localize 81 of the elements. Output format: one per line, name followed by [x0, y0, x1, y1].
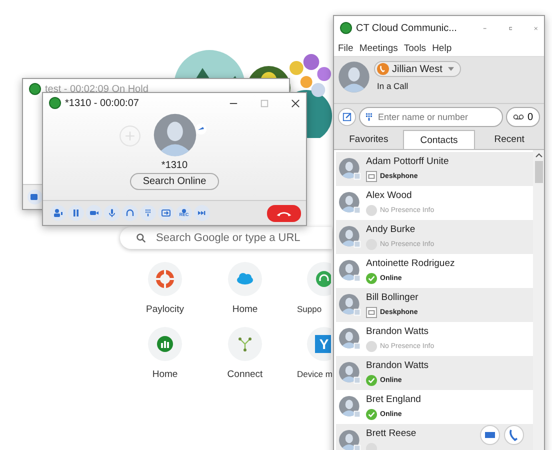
contact-name: Bill Bollinger — [366, 292, 418, 303]
search-online-button[interactable]: Search Online — [130, 173, 220, 190]
chat-icon[interactable] — [480, 425, 500, 445]
no-presence-icon — [366, 340, 377, 352]
caret-icon — [448, 67, 454, 71]
headset-icon[interactable] — [122, 205, 138, 221]
transfer-icon[interactable] — [158, 205, 174, 221]
contact-name: Adam Pottorff Unite — [366, 156, 449, 167]
menu-item[interactable]: Tools — [404, 42, 426, 54]
shortcut-label[interactable]: Connect — [227, 369, 263, 380]
contact-name: Antoinette Rodriguez — [366, 258, 455, 269]
close-icon[interactable] — [291, 98, 300, 108]
shortcut-logo-icon[interactable]: Y — [307, 327, 331, 361]
search-icon — [136, 233, 146, 243]
camera-icon[interactable] — [50, 205, 66, 221]
app-logo-icon — [49, 97, 61, 109]
shortcut-label[interactable]: Suppo — [297, 304, 322, 314]
window-title: *1310 - 00:00:07 — [65, 98, 139, 108]
keypad-icon — [366, 113, 372, 121]
contact-card-icon[interactable] — [27, 189, 43, 205]
window-title: test - 00:02:09 On Hold — [45, 84, 148, 94]
deskphone-icon — [366, 170, 377, 182]
mic-icon[interactable] — [104, 205, 120, 221]
shortcut-label[interactable]: Paylocity — [146, 304, 184, 315]
contact-avatar — [339, 192, 361, 214]
contact-avatar — [339, 362, 361, 384]
phone-icon[interactable] — [504, 425, 524, 445]
caller-avatar — [152, 113, 196, 157]
shortcut-label[interactable]: Home — [152, 369, 178, 380]
shortcut-chart-icon[interactable] — [148, 327, 182, 361]
user-status-dropdown[interactable]: Jillian West — [374, 61, 462, 77]
shortcut-nodes-icon[interactable] — [228, 327, 262, 361]
search-field[interactable]: Search Google or type a URL — [120, 227, 332, 249]
online-check-icon — [366, 272, 377, 284]
user-status-text: In a Call — [376, 81, 410, 91]
shortcut-cloud-icon[interactable] — [228, 262, 262, 296]
scroll-up-icon[interactable] — [534, 153, 542, 158]
compose-icon[interactable] — [338, 108, 356, 126]
menu-item[interactable]: File — [338, 42, 354, 54]
contact-avatar — [339, 396, 361, 418]
online-check-icon — [366, 374, 377, 386]
tab[interactable]: Recent — [474, 130, 544, 149]
video-icon[interactable] — [86, 205, 102, 221]
contact-avatar — [339, 294, 361, 316]
hang-up-button[interactable] — [267, 204, 301, 222]
app-logo-icon — [29, 83, 41, 95]
contact-avatar — [339, 226, 361, 248]
contact-avatar — [339, 158, 361, 180]
caller-number: *1310 — [161, 160, 188, 171]
no-presence-icon — [366, 204, 377, 216]
phone-status-icon — [377, 63, 389, 75]
contact-name: Alex Wood — [366, 190, 413, 201]
contact-avatar — [339, 430, 361, 450]
pause-icon[interactable] — [68, 205, 84, 221]
contact-name: Brandon Watts — [366, 326, 430, 337]
deskphone-icon — [366, 306, 377, 318]
scroll-thumb[interactable] — [534, 161, 542, 183]
voicemail-icon — [513, 114, 524, 120]
scrollbar[interactable] — [533, 150, 544, 450]
contact-avatar — [339, 328, 361, 350]
window-title: CT Cloud Communic... — [356, 22, 457, 34]
shortcut-headset-icon[interactable] — [307, 262, 331, 296]
user-avatar — [338, 61, 370, 93]
shortcut-label[interactable]: Home — [232, 304, 258, 315]
keypad-icon[interactable] — [140, 205, 156, 221]
shortcut-ring-icon[interactable] — [148, 262, 182, 296]
tab[interactable]: Favorites — [334, 130, 404, 149]
contact-name: Brett Reese — [366, 428, 416, 439]
contact-avatar — [339, 260, 361, 282]
online-check-icon — [366, 408, 377, 420]
menu-item[interactable]: Help — [432, 42, 452, 54]
shortcut-label[interactable]: Device m — [297, 369, 332, 379]
contact-name: Bret England — [366, 394, 421, 405]
voicemail-button[interactable]: 0 — [506, 107, 540, 127]
search-field[interactable]: Enter name or number — [359, 107, 504, 127]
tab[interactable]: Contacts — [403, 130, 475, 149]
menu-item[interactable]: Meetings — [359, 42, 398, 54]
forward-icon[interactable] — [194, 205, 210, 221]
contact-name: Andy Burke — [366, 224, 416, 235]
contact-name: Brandon Watts — [366, 360, 428, 371]
app-logo-icon — [340, 22, 352, 34]
